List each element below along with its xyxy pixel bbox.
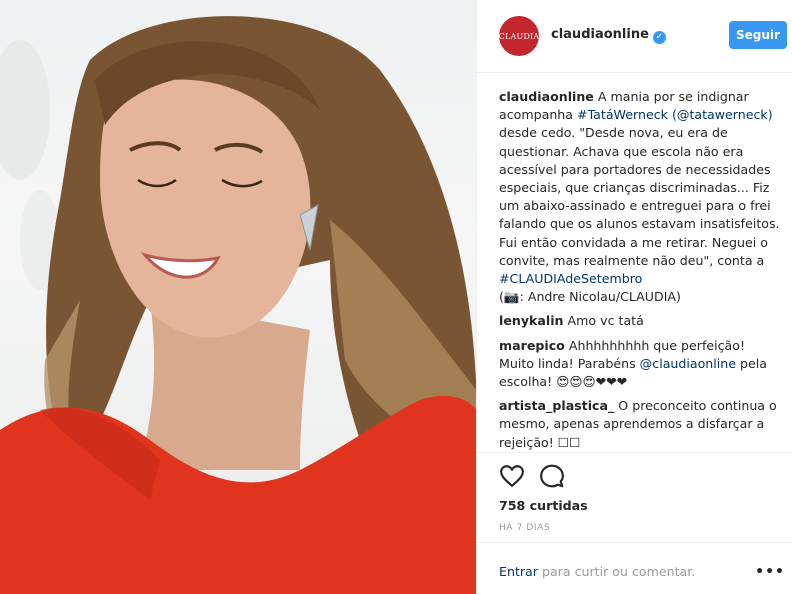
hashtag-link[interactable]: #TatáWerneck	[577, 107, 668, 122]
avatar[interactable]: CLAUDIA	[499, 16, 539, 56]
hashtag-link[interactable]: #CLAUDIAdeSetembro	[499, 271, 642, 286]
login-link[interactable]: Entrar	[499, 564, 538, 579]
list-item: artista_plastica_ O preconceito continua…	[499, 397, 783, 452]
woman-portrait-image	[0, 16, 476, 594]
post-header: CLAUDIA claudiaonline ✓ Seguir	[477, 0, 792, 73]
follow-button[interactable]: Seguir	[729, 21, 787, 49]
mention-link[interactable]: (@tatawerneck)	[672, 107, 773, 122]
comment-bubble-icon[interactable]	[539, 463, 565, 489]
caption-username[interactable]: claudiaonline	[499, 89, 594, 104]
comment-username[interactable]: artista_plastica_	[499, 398, 614, 413]
add-comment-bar: Entrar para curtir ou comentar. •••	[477, 542, 792, 594]
list-item: lenykalin Amo vc tatá	[499, 312, 783, 330]
list-item: marepico Ahhhhhhhhh que perfeição! Muito…	[499, 337, 783, 392]
comment-list: claudiaonline A mania por se indignar ac…	[499, 88, 783, 458]
caption-text: desde cedo. "Desde nova, eu era de quest…	[499, 125, 780, 268]
comment-text: Amo vc tatá	[567, 313, 644, 329]
heart-icon[interactable]	[499, 463, 525, 489]
post-photo[interactable]	[0, 0, 476, 594]
login-prompt: Entrar para curtir ou comentar.	[499, 564, 695, 579]
login-prompt-text: para curtir ou comentar.	[537, 564, 696, 579]
comment-username[interactable]: lenykalin	[499, 313, 564, 328]
mention-link[interactable]: @claudiaonline	[640, 356, 736, 371]
username-text[interactable]: claudiaonline	[551, 27, 649, 42]
more-options-icon[interactable]: •••	[755, 564, 785, 580]
account-username[interactable]: claudiaonline ✓	[551, 27, 666, 44]
verified-badge-icon: ✓	[652, 31, 666, 44]
post-sidebar: CLAUDIA claudiaonline ✓ Seguir claudiaonl…	[476, 0, 792, 594]
likes-count[interactable]: 758 curtidas	[499, 498, 588, 513]
action-bar: 758 curtidas HÁ 7 DIAS	[477, 452, 792, 542]
caption: claudiaonline A mania por se indignar ac…	[499, 88, 783, 306]
comment-username[interactable]: marepico	[499, 338, 565, 353]
photo-credit: (📷: Andre Nicolau/CLAUDIA)	[499, 289, 681, 305]
timestamp[interactable]: HÁ 7 DIAS	[499, 523, 550, 533]
